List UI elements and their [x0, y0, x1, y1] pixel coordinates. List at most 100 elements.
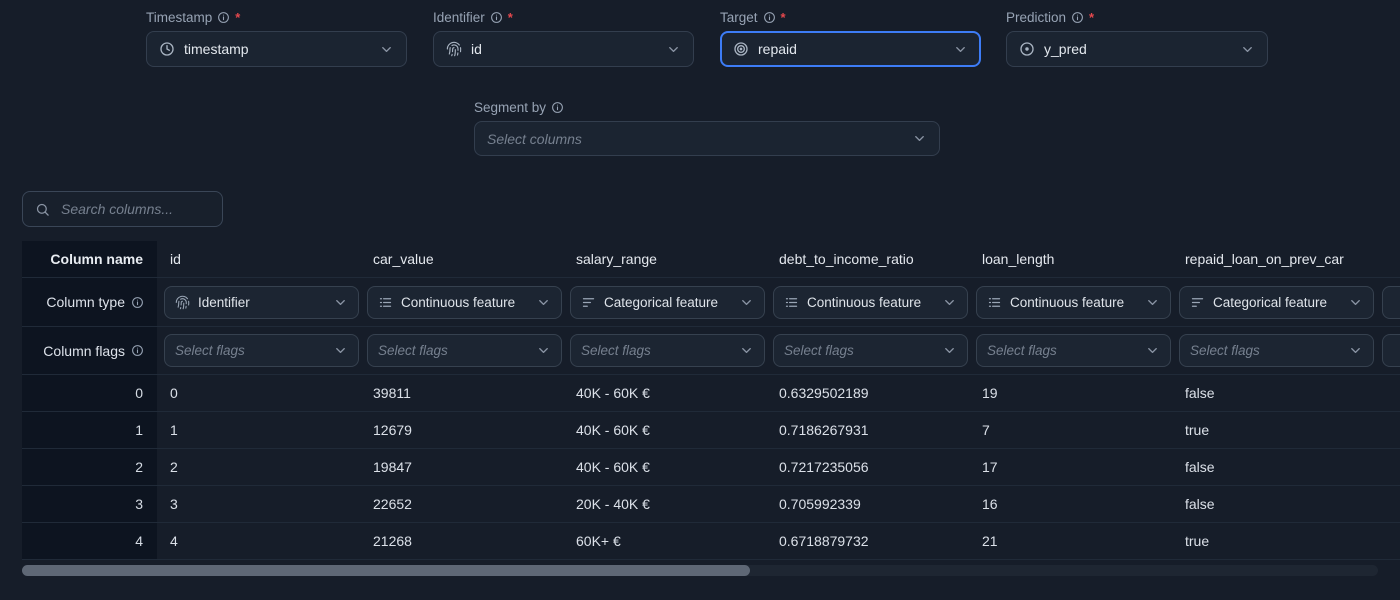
chevron-down-icon [333, 295, 348, 310]
row-index: 4 [22, 523, 157, 560]
table-cell: 22652 [360, 486, 563, 523]
table-cell: true [1172, 523, 1375, 560]
horizontal-scrollbar-thumb[interactable] [22, 565, 750, 576]
chevron-down-icon [333, 343, 348, 358]
timestamp-select-value: timestamp [184, 41, 249, 57]
fingerprint-icon [175, 295, 190, 310]
fingerprint-icon [446, 41, 462, 57]
chevron-down-icon [942, 343, 957, 358]
chevron-down-icon [1240, 42, 1255, 57]
clock-icon [159, 41, 175, 57]
column-type-row-label: Column type [22, 278, 157, 327]
target-select-value: repaid [758, 41, 797, 57]
mapping-field-identifier: Identifier * id [433, 9, 694, 67]
prediction-icon [1019, 41, 1035, 57]
field-label-text: Prediction [1006, 10, 1066, 25]
identifier-select[interactable]: id [433, 31, 694, 67]
category-icon [581, 295, 596, 310]
chevron-down-icon [942, 295, 957, 310]
table-cell: 0 [157, 375, 360, 412]
column-type-select[interactable]: Continuous feature [976, 286, 1171, 319]
field-label: Prediction * [1006, 9, 1268, 26]
table-cell: 0.7186267931 [766, 412, 969, 449]
search-columns-box [22, 191, 223, 227]
prediction-select[interactable]: y_pred [1006, 31, 1268, 67]
column-type-select[interactable]: Continuous feature [773, 286, 968, 319]
table-cell: 21268 [360, 523, 563, 560]
chevron-down-icon [379, 42, 394, 57]
chevron-down-icon [1348, 295, 1363, 310]
column-type-select[interactable]: Identifier [164, 286, 359, 319]
chevron-down-icon [739, 295, 754, 310]
table-cell: 16 [969, 486, 1172, 523]
prediction-select-value: y_pred [1044, 41, 1087, 57]
table-cell: 19 [969, 375, 1172, 412]
table-cell-partial [1375, 449, 1400, 486]
column-type-select[interactable]: Continuous feature [367, 286, 562, 319]
info-icon[interactable] [763, 11, 776, 24]
mapping-field-timestamp: Timestamp * timestamp [146, 9, 407, 67]
column-flags-select[interactable]: Select flags [976, 334, 1171, 367]
field-label: Segment by [474, 99, 940, 116]
mapping-field-target: Target * repaid [720, 9, 981, 67]
list-icon [784, 295, 799, 310]
info-icon[interactable] [131, 344, 144, 357]
table-cell-partial [1375, 486, 1400, 523]
info-icon[interactable] [490, 11, 503, 24]
column-flags-select[interactable]: Select flags [773, 334, 968, 367]
timestamp-select[interactable]: timestamp [146, 31, 407, 67]
table-cell: false [1172, 375, 1375, 412]
segment-by-placeholder: Select columns [487, 131, 582, 147]
chevron-down-icon [912, 131, 927, 146]
table-cell: 40K - 60K € [563, 412, 766, 449]
segment-by-field: Segment by Select columns [474, 99, 940, 156]
column-flags-select[interactable]: Select flags [367, 334, 562, 367]
required-marker: * [235, 10, 240, 25]
chevron-down-icon [739, 343, 754, 358]
table-cell: 39811 [360, 375, 563, 412]
column-header: repaid_loan_on_prev_car [1172, 241, 1375, 278]
column-header: salary_range [563, 241, 766, 278]
row-index: 2 [22, 449, 157, 486]
column-flags-select[interactable]: Select flags [1179, 334, 1374, 367]
table-cell: 3 [157, 486, 360, 523]
horizontal-scrollbar-track[interactable] [22, 565, 1378, 576]
info-icon[interactable] [551, 101, 564, 114]
chevron-down-icon [1145, 343, 1160, 358]
field-label: Target * [720, 9, 981, 26]
column-flags-select[interactable]: Select flags [164, 334, 359, 367]
chevron-down-icon [536, 295, 551, 310]
chevron-down-icon [666, 42, 681, 57]
chevron-down-icon [953, 42, 968, 57]
row-index: 0 [22, 375, 157, 412]
table-cell: false [1172, 486, 1375, 523]
column-flags-select-partial[interactable] [1382, 334, 1400, 367]
column-header: loan_length [969, 241, 1172, 278]
required-marker: * [781, 10, 786, 25]
table-cell: 60K+ € [563, 523, 766, 560]
info-icon[interactable] [131, 296, 144, 309]
mapping-field-prediction: Prediction * y_pred [1006, 9, 1268, 67]
table-cell-partial [1375, 375, 1400, 412]
column-type-select-partial[interactable] [1382, 286, 1400, 319]
column-header: car_value [360, 241, 563, 278]
chevron-down-icon [536, 343, 551, 358]
info-icon[interactable] [217, 11, 230, 24]
table-cell: 20K - 40K € [563, 486, 766, 523]
table-cell: 40K - 60K € [563, 375, 766, 412]
column-flags-select[interactable]: Select flags [570, 334, 765, 367]
info-icon[interactable] [1071, 11, 1084, 24]
column-type-select[interactable]: Categorical feature [570, 286, 765, 319]
table-cell: 0.705992339 [766, 486, 969, 523]
search-input[interactable] [59, 200, 210, 218]
table-cell: 21 [969, 523, 1172, 560]
table-cell: 7 [969, 412, 1172, 449]
column-type-select[interactable]: Categorical feature [1179, 286, 1374, 319]
column-header-partial [1375, 241, 1400, 278]
target-select[interactable]: repaid [720, 31, 981, 67]
table-cell: false [1172, 449, 1375, 486]
table-cell-partial [1375, 412, 1400, 449]
table-cell: 0.6718879732 [766, 523, 969, 560]
row-index: 1 [22, 412, 157, 449]
segment-by-select[interactable]: Select columns [474, 121, 940, 156]
